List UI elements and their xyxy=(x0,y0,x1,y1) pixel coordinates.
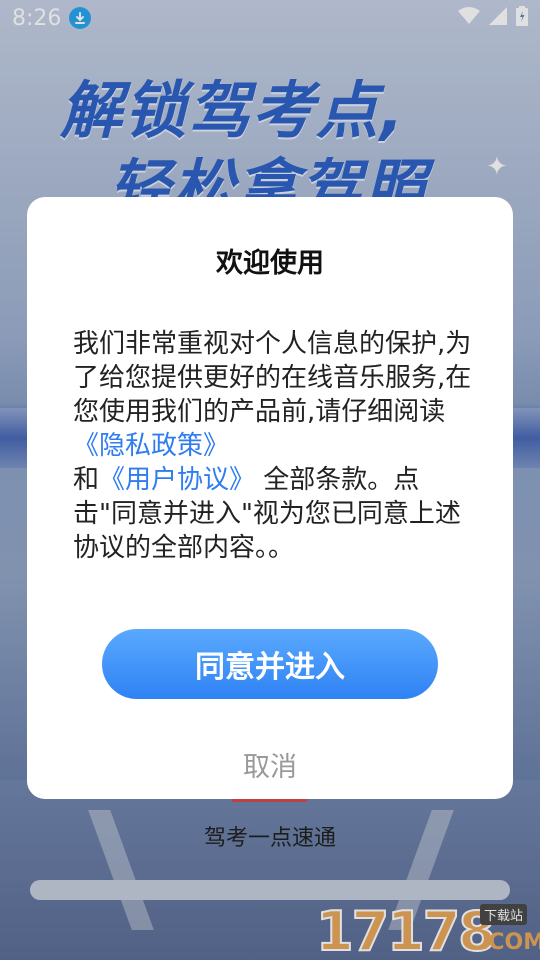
dialog-body-and: 和 xyxy=(73,465,100,495)
agree-and-enter-button[interactable]: 同意并进入 xyxy=(102,629,438,699)
dialog-body-text: 我们非常重视对个人信息的保护,为了给您提供更好的在线音乐服务,在您使用我们的产品… xyxy=(73,329,472,427)
dialog-body: 我们非常重视对个人信息的保护,为了给您提供更好的在线音乐服务,在您使用我们的产品… xyxy=(73,327,473,565)
cancel-button[interactable]: 取消 xyxy=(27,745,513,784)
user-agreement-link[interactable]: 《用户协议》 xyxy=(99,465,255,495)
dialog-title: 欢迎使用 xyxy=(216,248,324,279)
privacy-policy-link[interactable]: 《隐私政策》 xyxy=(73,431,229,461)
privacy-dialog: 欢迎使用 我们非常重视对个人信息的保护,为了给您提供更好的在线音乐服务,在您使用… xyxy=(27,197,513,799)
